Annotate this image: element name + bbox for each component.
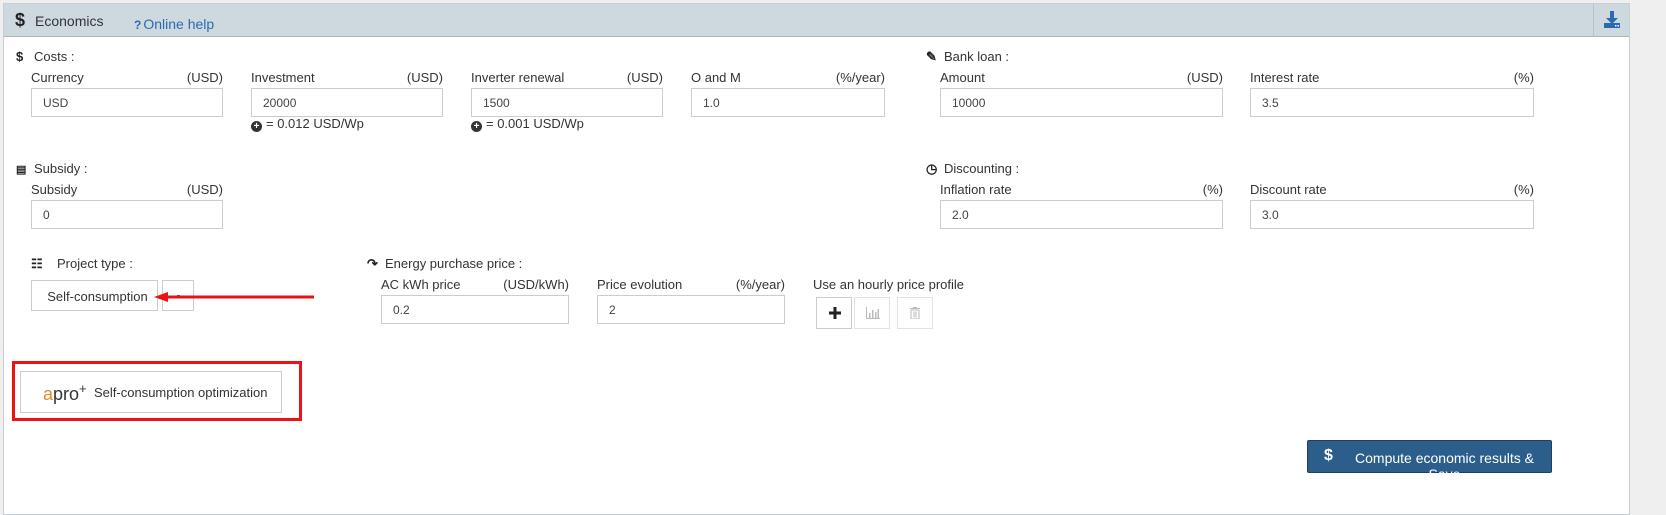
clock-icon: ◷ [926, 161, 938, 176]
share-icon: ↷ [367, 256, 378, 271]
price-evolution-label: Price evolution [597, 277, 683, 292]
om-field: O and M (%/year) [691, 70, 885, 118]
currency-unit: (USD) [186, 70, 223, 85]
subsidy-unit: (USD) [186, 182, 223, 197]
currency-field: Currency (USD) [31, 70, 223, 118]
om-unit: (%/year) [835, 70, 885, 85]
om-input[interactable] [691, 88, 885, 117]
download-icon [1604, 11, 1620, 28]
discounting-section-title: ◷ Discounting : [926, 161, 1020, 176]
dollar-icon: $ [1324, 447, 1333, 464]
loan-amount-input[interactable] [940, 88, 1223, 117]
project-type-select[interactable]: Self-consumption [31, 280, 158, 311]
costs-section-title: $ Costs : [16, 49, 75, 64]
currency-label: Currency [31, 70, 84, 85]
subsidy-section-title: ▤ Subsidy : [16, 161, 88, 176]
money-icon: ▤ [16, 164, 27, 176]
subsidy-field: Subsidy (USD) [31, 182, 223, 230]
investment-per-wp: + = 0.012 USD/Wp [251, 116, 364, 132]
trash-icon [910, 307, 920, 319]
compute-save-label: Compute economic results & Save [1355, 450, 1534, 482]
dollar-icon: $ [15, 10, 26, 30]
inflation-rate-label: Inflation rate [940, 182, 1012, 197]
price-evolution-unit: (%/year) [735, 277, 785, 292]
loan-amount-label: Amount [940, 70, 985, 85]
inverter-renewal-input[interactable] [471, 88, 663, 117]
dollar-icon: $ [16, 49, 24, 64]
plus-circle-icon[interactable]: + [251, 121, 262, 132]
online-help-label: Online help [143, 16, 215, 32]
plus-circle-icon[interactable]: + [471, 121, 482, 132]
inverter-renewal-unit: (USD) [626, 70, 663, 85]
interest-rate-field: Interest rate (%) [1250, 70, 1534, 118]
inflation-rate-field: Inflation rate (%) [940, 182, 1223, 230]
sitemap-icon: ☷ [31, 256, 43, 271]
kwh-price-label: AC kWh price [381, 277, 461, 292]
subsidy-label: Subsidy [31, 182, 78, 197]
currency-input[interactable] [31, 88, 223, 117]
inverter-renewal-field: Inverter renewal (USD) [471, 70, 663, 118]
hourly-profile-label: Use an hourly price profile [813, 277, 965, 292]
discount-rate-input[interactable] [1250, 200, 1534, 229]
investment-field: Investment (USD) [251, 70, 443, 118]
investment-unit: (USD) [406, 70, 443, 85]
loan-amount-unit: (USD) [1186, 70, 1223, 85]
discount-rate-unit: (%) [1513, 182, 1534, 197]
inflation-rate-input[interactable] [940, 200, 1223, 229]
om-label: O and M [691, 70, 741, 85]
investment-input[interactable] [251, 88, 443, 117]
economics-panel: $ Economics ? Online help $ Costs : Curren… [3, 3, 1630, 515]
inflation-rate-unit: (%) [1202, 182, 1223, 197]
panel-title: Economics [35, 13, 104, 29]
view-hourly-profile-button[interactable] [854, 297, 890, 329]
delete-hourly-profile-button[interactable] [897, 297, 933, 329]
question-icon: ? [134, 18, 142, 32]
kwh-price-input[interactable] [381, 295, 569, 324]
project-type-section-title: ☷ Project type : [31, 256, 133, 271]
investment-label: Investment [251, 70, 315, 85]
add-hourly-profile-button[interactable] [816, 297, 852, 329]
kwh-price-field: AC kWh price (USD/kWh) [381, 277, 569, 325]
edit-icon: ✎ [926, 49, 937, 64]
plus-icon [829, 307, 841, 319]
inverter-renewal-label: Inverter renewal [471, 70, 565, 85]
online-help-link[interactable]: ? Online help [134, 16, 214, 32]
self-consumption-optimization-button[interactable]: apro+ Self-consumption optimization [20, 371, 282, 413]
discount-rate-label: Discount rate [1250, 182, 1327, 197]
compute-save-button[interactable]: $ Compute economic results & Save [1307, 440, 1552, 482]
interest-rate-input[interactable] [1250, 88, 1534, 117]
interest-rate-label: Interest rate [1250, 70, 1320, 85]
loan-amount-field: Amount (USD) [940, 70, 1223, 118]
price-evolution-input[interactable] [597, 295, 785, 324]
subsidy-input[interactable] [31, 200, 223, 229]
energy-price-section-title: ↷ Energy purchase price : [367, 256, 523, 271]
interest-rate-unit: (%) [1513, 70, 1534, 85]
bank-loan-section-title: ✎ Bank loan : [926, 49, 1010, 64]
price-evolution-field: Price evolution (%/year) [597, 277, 785, 325]
download-button[interactable] [1593, 4, 1629, 37]
apro-logo: apro+ [43, 381, 87, 404]
annotation-arrow [154, 292, 314, 302]
kwh-price-unit: (USD/kWh) [503, 277, 569, 292]
panel-header: $ Economics ? Online help [4, 4, 1629, 37]
bar-chart-icon [866, 307, 880, 319]
discount-rate-field: Discount rate (%) [1250, 182, 1534, 230]
optimization-label: Self-consumption optimization [94, 385, 268, 400]
inverter-per-wp: + = 0.001 USD/Wp [471, 116, 584, 132]
